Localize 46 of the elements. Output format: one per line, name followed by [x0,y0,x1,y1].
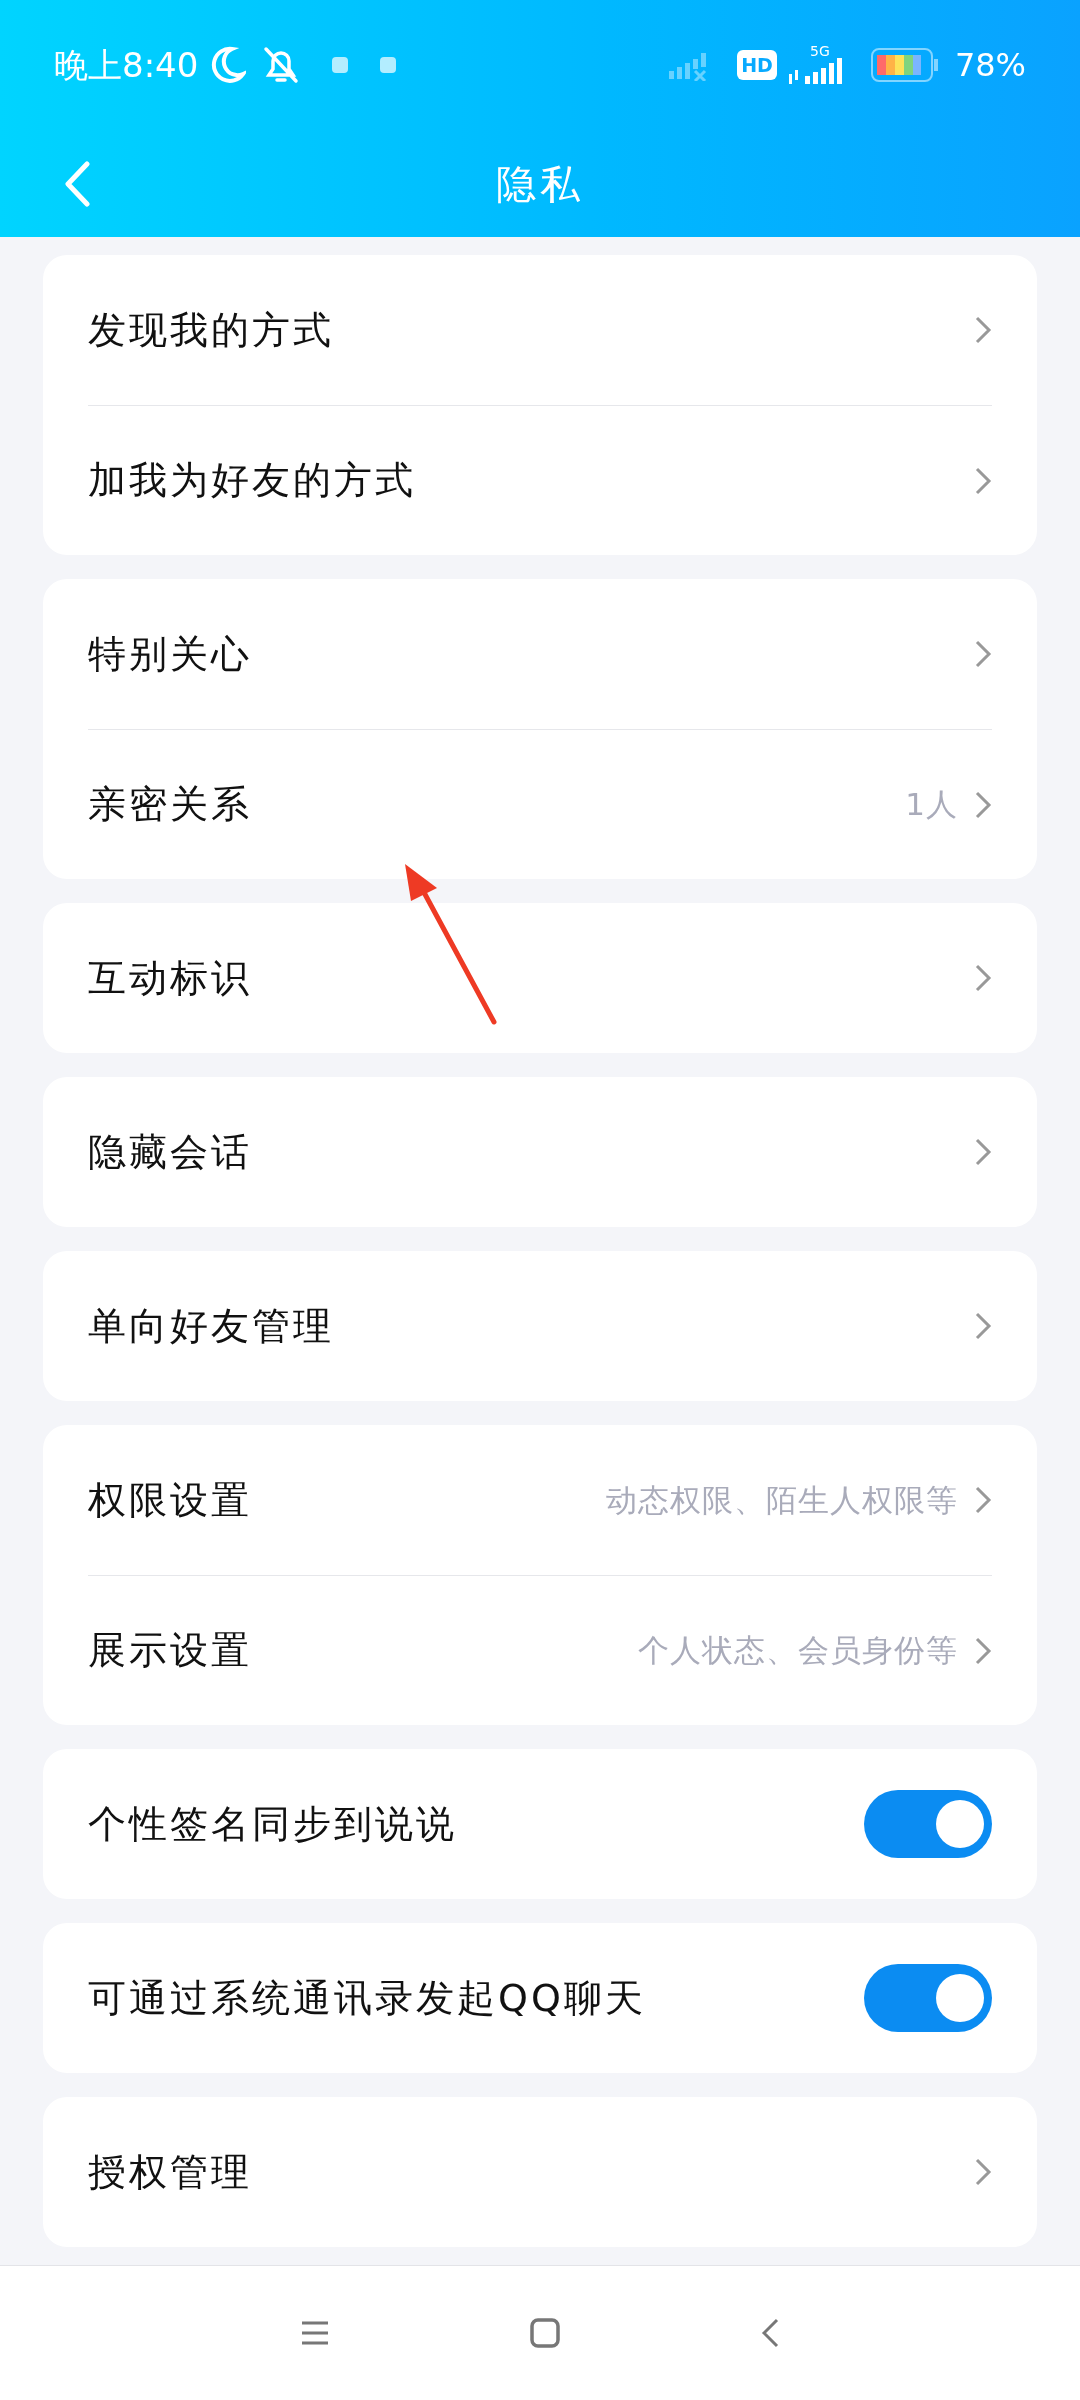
setting-label: 权限设置 [88,1476,253,1524]
chevron-icon [974,315,992,345]
chevron-icon [974,2157,992,2187]
chevron-icon [974,1311,992,1341]
settings-row[interactable]: 权限设置 动态权限、陌生人权限等 [88,1425,992,1575]
setting-label: 可通过系统通讯录发起QQ聊天 [88,1974,647,2022]
chevron-icon [974,639,992,669]
home-icon[interactable] [530,2318,560,2348]
chevron-icon [974,1485,992,1515]
settings-row[interactable]: 隐藏会话 [88,1077,992,1227]
setting-label: 发现我的方式 [88,306,335,354]
setting-value: 动态权限、陌生人权限等 [606,1480,958,1520]
chevron-icon [974,1137,992,1167]
setting-label: 亲密关系 [88,781,253,828]
setting-label: 隐藏会话 [88,1128,253,1176]
settings-row[interactable]: 单向好友管理 [88,1251,992,1401]
setting-label: 个性签名同步到说说 [88,1800,458,1848]
setting-label: 加我为好友的方式 [88,457,417,504]
setting-label: 单向好友管理 [88,1302,335,1350]
chevron-icon [974,789,992,820]
chevron-icon [974,963,992,993]
back-icon[interactable] [760,2318,780,2348]
moon-icon [210,46,247,84]
network-label: 5G [810,44,830,58]
setting-label: 授权管理 [88,2148,253,2196]
battery-icon [870,48,939,82]
settings-row[interactable]: 发现我的方式 [88,255,992,405]
setting-value: 1人 [905,785,958,825]
chevron-icon [974,1635,992,1666]
status-time: 晚上8:40 [54,43,199,87]
settings-row[interactable]: 展示设置 个人状态、会员身份等 [88,1575,992,1725]
page-title: 隐私 [496,159,584,209]
setting-value: 个人状态、会员身份等 [638,1631,958,1671]
back-icon [64,161,90,207]
settings-row[interactable]: 特别关心 [88,579,992,729]
chevron-icon [974,465,992,496]
hd-badge: HD [737,50,777,80]
menu-icon[interactable] [300,2320,330,2346]
bell-off-icon [262,45,301,85]
setting-label: 展示设置 [88,1627,253,1674]
settings-row[interactable]: 加我为好友的方式 [88,405,992,555]
settings-row[interactable]: 授权管理 [88,2097,992,2247]
setting-label: 互动标识 [88,954,253,1002]
setting-label: 特别关心 [88,630,253,678]
battery-percent: 78% [954,45,1026,86]
settings-row[interactable]: 互动标识 [88,903,992,1053]
